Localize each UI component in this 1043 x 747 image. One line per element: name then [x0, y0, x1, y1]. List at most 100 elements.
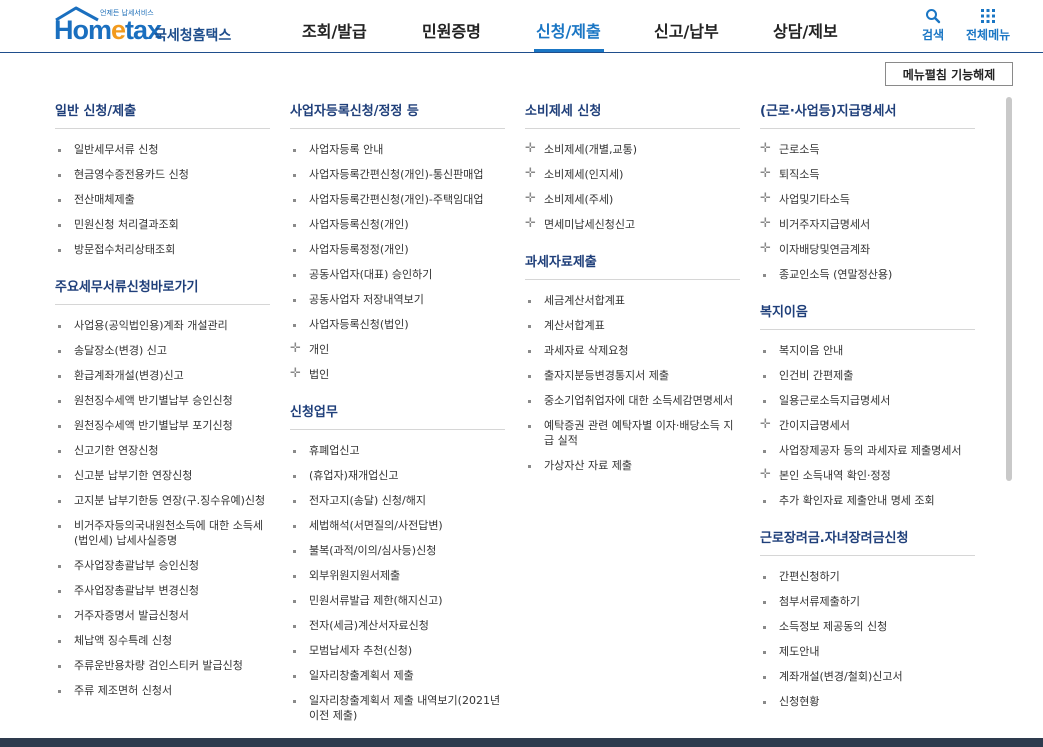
plus-icon: ✛ — [525, 141, 536, 156]
menu-item-label: 소득정보 제공동의 신청 — [779, 620, 888, 633]
menu-item[interactable]: ✛ 사업및기타소득 — [760, 187, 975, 212]
menu-item[interactable]: (휴업자)재개업신고 — [290, 463, 505, 488]
menu-item[interactable]: ✛ 비거주자지급명세서 — [760, 212, 975, 237]
section-title: (근로·사업등)지급명세서 — [760, 96, 975, 129]
menu-item[interactable]: 중소기업취업자에 대한 소득세감면명세서 — [525, 388, 740, 413]
menu-item-label: 이자배당및연금계좌 — [779, 243, 871, 256]
menu-item-label: 면세미납세신청신고 — [544, 218, 636, 231]
menu-item[interactable]: ✛ 소비제세(인지세) — [525, 162, 740, 187]
nav-item-report-pay[interactable]: 신고/납부 — [654, 18, 719, 42]
menu-item[interactable]: ✛ 이자배당및연금계좌 — [760, 237, 975, 262]
menu-item[interactable]: ✛ 퇴직소득 — [760, 162, 975, 187]
menu-item[interactable]: 전자(세금)계산서자료신청 — [290, 613, 505, 638]
menu-item-label: 비거주자지급명세서 — [779, 218, 871, 231]
menu-item[interactable]: 가상자산 자료 제출 — [525, 453, 740, 478]
menu-item[interactable]: 현금영수증전용카드 신청 — [55, 162, 270, 187]
menu-item[interactable]: 복지이음 안내 — [760, 338, 975, 363]
menu-item[interactable]: 첨부서류제출하기 — [760, 589, 975, 614]
menu-item-label: 주사업장총괄납부 변경신청 — [74, 584, 199, 597]
menu-item[interactable]: ✛ 근로소득 — [760, 137, 975, 162]
menu-item[interactable]: 주류운반용차량 검인스티커 발급신청 — [55, 653, 270, 678]
menu-item[interactable]: 민원서류발급 제한(해지신고) — [290, 588, 505, 613]
menu-item[interactable]: 일용근로소득지급명세서 — [760, 388, 975, 413]
menu-item-label: 근로소득 — [779, 143, 820, 156]
menu-item[interactable]: 원천징수세액 반기별납부 포기신청 — [55, 413, 270, 438]
menu-item[interactable]: 일반세무서류 신청 — [55, 137, 270, 162]
menu-item-label: 계좌개설(변경/철회)신고서 — [779, 670, 903, 683]
menu-item[interactable]: ✛ 면세미납세신청신고 — [525, 212, 740, 237]
menu-item[interactable]: 예탁증권 관련 예탁자별 이자·배당소득 지급 실적 — [525, 413, 740, 453]
menu-item-label: 원천징수세액 반기별납부 승인신청 — [74, 394, 233, 407]
menu-item[interactable]: 사업자등록간편신청(개인)-통신판매업 — [290, 162, 505, 187]
menu-item[interactable]: 사업자등록정정(개인) — [290, 237, 505, 262]
menu-item[interactable]: 소득정보 제공동의 신청 — [760, 614, 975, 639]
menu-item[interactable]: 휴폐업신고 — [290, 438, 505, 463]
menu-item[interactable]: 신고기한 연장신청 — [55, 438, 270, 463]
menu-item[interactable]: 추가 확인자료 제출안내 명세 조회 — [760, 488, 975, 513]
nav-item-consult[interactable]: 상담/제보 — [773, 18, 838, 42]
menu-list: 복지이음 안내인건비 간편제출일용근로소득지급명세서 ✛ 간이지급명세서사업장제공자… — [760, 338, 975, 513]
menu-item[interactable]: 사업용(공익법인용)계좌 개설관리 — [55, 313, 270, 338]
menu-item[interactable]: 일자리창출계획서 제출 — [290, 663, 505, 688]
hometax-logo[interactable]: 언제든 납세서비스 Hometax 국세청홈택스 — [54, 6, 239, 46]
menu-item[interactable]: 원천징수세액 반기별납부 승인신청 — [55, 388, 270, 413]
menu-item[interactable]: 세금계산서합계표 — [525, 288, 740, 313]
menu-column-3: 소비제세 신청 ✛ 소비제세(개별,교통) ✛ 소비제세(인지세) ✛ 소비제세(주세) ✛ 면… — [525, 96, 740, 478]
menu-expand-off-button[interactable]: 메뉴펼침 기능해제 — [885, 62, 1013, 86]
menu-item[interactable]: 신고분 납부기한 연장신청 — [55, 463, 270, 488]
menu-item[interactable]: 주류 제조면허 신청서 — [55, 678, 270, 703]
menu-item[interactable]: 일자리창출계획서 제출 내역보기(2021년 이전 제출) — [290, 688, 505, 728]
menu-item[interactable]: ✛ 법인 — [290, 362, 505, 387]
menu-item[interactable]: ✛ 간이지급명세서 — [760, 413, 975, 438]
search-button[interactable]: 검색 — [922, 8, 944, 43]
menu-item[interactable]: 불복(과적/이의/심사등)신청 — [290, 538, 505, 563]
menu-item[interactable]: 제도안내 — [760, 639, 975, 664]
menu-item-label: 사업자등록간편신청(개인)-통신판매업 — [309, 168, 484, 181]
nav-item-apply[interactable]: 신청/제출 — [536, 18, 601, 42]
menu-item[interactable]: 공동사업자(대표) 승인하기 — [290, 262, 505, 287]
menu-item[interactable]: ✛ 소비제세(주세) — [525, 187, 740, 212]
menu-item[interactable]: 사업장제공자 등의 과세자료 제출명세서 — [760, 438, 975, 463]
menu-item[interactable]: 전자고지(송달) 신청/해지 — [290, 488, 505, 513]
menu-item[interactable]: 비거주자등의국내원천소득에 대한 소득세(법인세) 납세사실증명 — [55, 513, 270, 553]
plus-icon: ✛ — [525, 216, 536, 231]
nav-item-certificates[interactable]: 민원증명 — [422, 18, 481, 42]
menu-item[interactable]: 주사업장총괄납부 승인신청 — [55, 553, 270, 578]
menu-item[interactable]: 민원신청 처리결과조회 — [55, 212, 270, 237]
menu-item-label: 사업장제공자 등의 과세자료 제출명세서 — [779, 444, 962, 457]
menu-item-label: 인건비 간편제출 — [779, 369, 854, 382]
menu-item[interactable]: 인건비 간편제출 — [760, 363, 975, 388]
menu-item[interactable]: 계좌개설(변경/철회)신고서 — [760, 664, 975, 689]
all-menu-button[interactable]: 전체메뉴 — [966, 8, 1010, 43]
menu-item[interactable]: ✛ 본인 소득내역 확인·정정 — [760, 463, 975, 488]
menu-item[interactable]: 사업자등록신청(법인) — [290, 312, 505, 337]
menu-item[interactable]: 계산서합계표 — [525, 313, 740, 338]
menu-item-label: 일자리창출계획서 제출 내역보기(2021년 이전 제출) — [309, 694, 501, 722]
menu-scrollbar[interactable] — [1006, 97, 1012, 481]
menu-item[interactable]: 전산매체제출 — [55, 187, 270, 212]
menu-item[interactable]: 간편신청하기 — [760, 564, 975, 589]
menu-item[interactable]: 종교인소득 (연말정산용) — [760, 262, 975, 287]
menu-item[interactable]: ✛ 소비제세(개별,교통) — [525, 137, 740, 162]
menu-item[interactable]: ✛ 개인 — [290, 337, 505, 362]
menu-item[interactable]: 과세자료 삭제요청 — [525, 338, 740, 363]
plus-icon: ✛ — [760, 417, 771, 432]
menu-item[interactable]: 사업자등록 안내 — [290, 137, 505, 162]
menu-item[interactable]: 모범납세자 추천(신청) — [290, 638, 505, 663]
menu-item[interactable]: 신청현황 — [760, 689, 975, 714]
nav-item-inquiry[interactable]: 조회/발급 — [302, 18, 367, 42]
menu-item[interactable]: 세법해석(서면질의/사전답변) — [290, 513, 505, 538]
menu-item[interactable]: 거주자증명서 발급신청서 — [55, 603, 270, 628]
menu-item[interactable]: 사업자등록간편신청(개인)-주택임대업 — [290, 187, 505, 212]
menu-item[interactable]: 환급계좌개설(변경)신고 — [55, 363, 270, 388]
menu-item[interactable]: 송달장소(변경) 신고 — [55, 338, 270, 363]
menu-item[interactable]: 외부위원지원서제출 — [290, 563, 505, 588]
menu-item[interactable]: 사업자등록신청(개인) — [290, 212, 505, 237]
menu-item[interactable]: 주사업장총괄납부 변경신청 — [55, 578, 270, 603]
menu-item[interactable]: 고지분 납부기한등 연장(구.징수유예)신청 — [55, 488, 270, 513]
menu-item[interactable]: 체납액 징수특례 신청 — [55, 628, 270, 653]
menu-item[interactable]: 방문접수처리상태조회 — [55, 237, 270, 262]
menu-item-label: 신청현황 — [779, 695, 820, 708]
menu-item[interactable]: 공동사업자 저장내역보기 — [290, 287, 505, 312]
menu-item[interactable]: 출자지분등변경통지서 제출 — [525, 363, 740, 388]
